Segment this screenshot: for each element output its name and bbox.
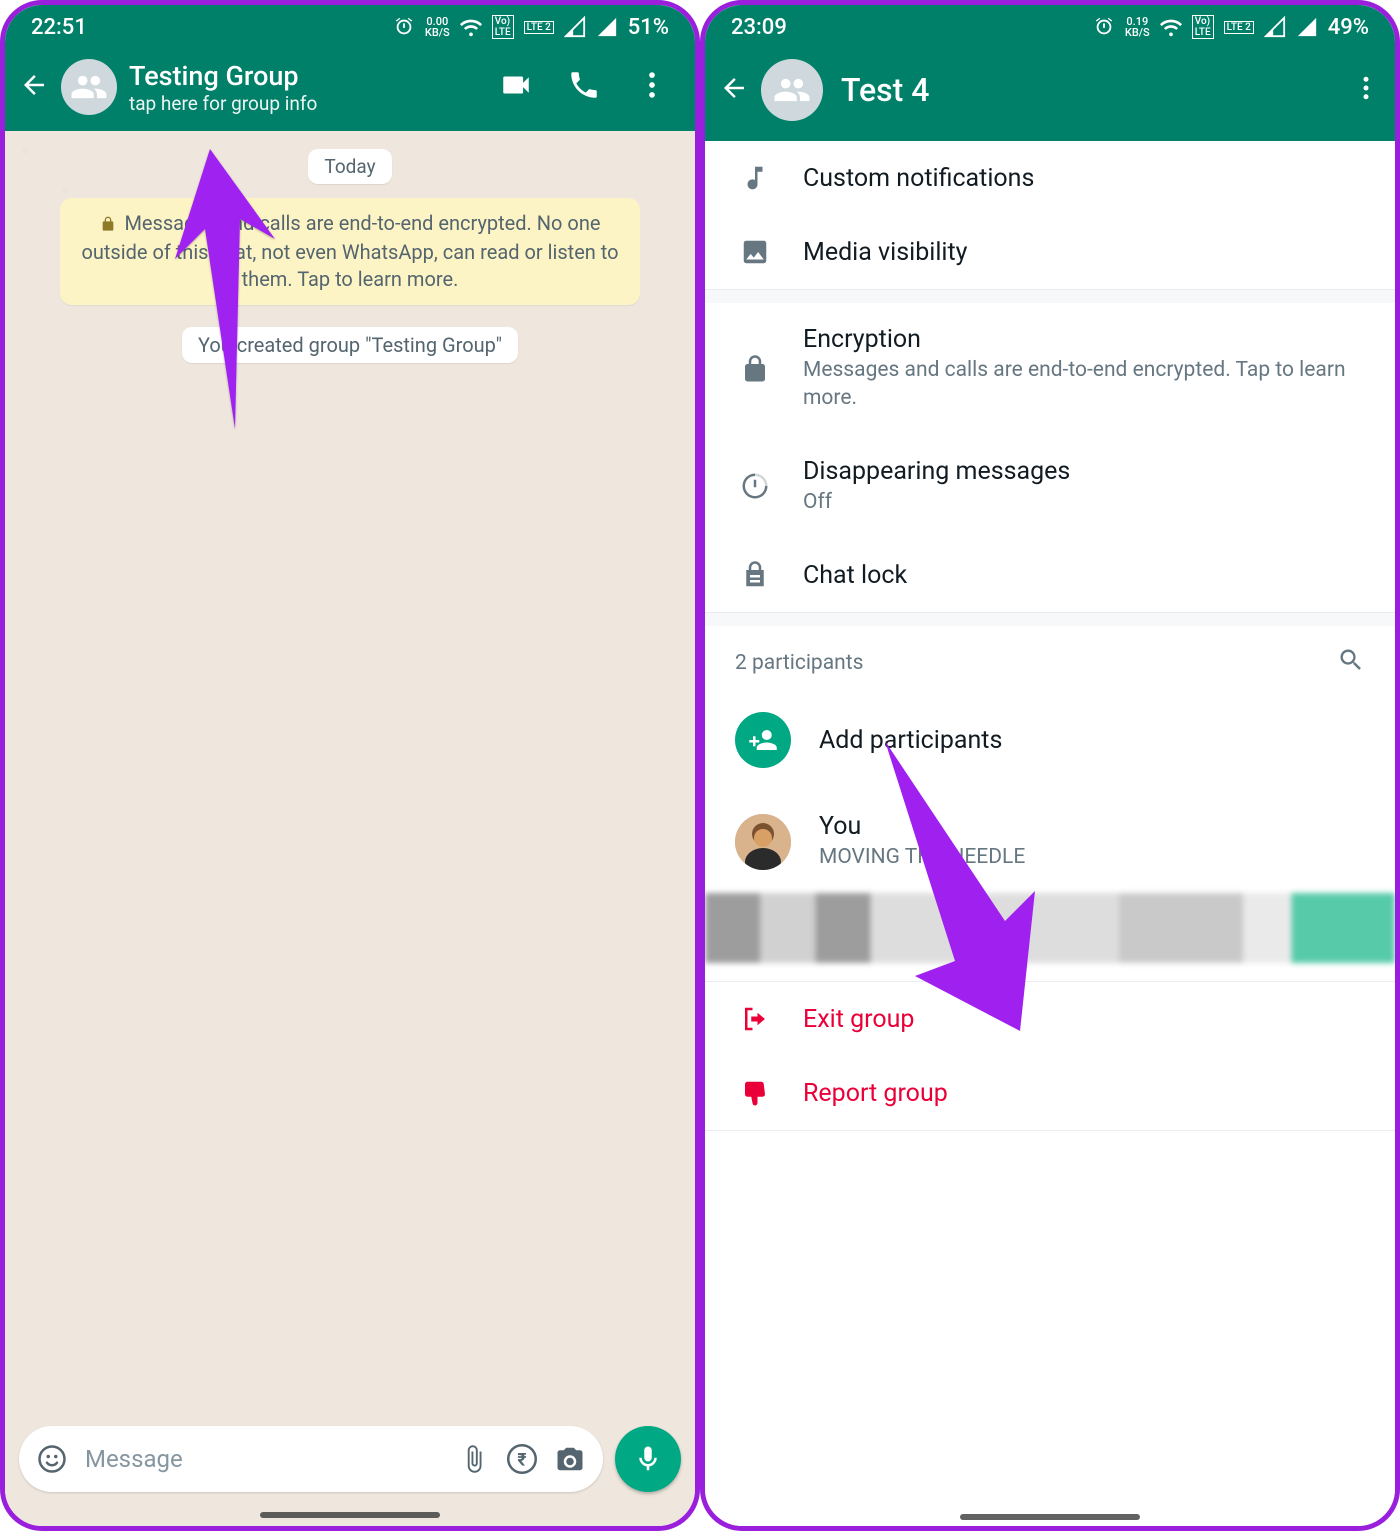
more-menu-button[interactable] [635, 68, 669, 106]
back-button[interactable] [719, 73, 749, 107]
divider [705, 1130, 1395, 1131]
attach-icon[interactable] [459, 1444, 489, 1474]
lock-icon [100, 212, 116, 239]
participant-you[interactable]: You MOVING THE NEEDLE [705, 790, 1395, 893]
row-media-visibility[interactable]: Media visibility [705, 215, 1395, 289]
lock-icon [735, 354, 775, 384]
date-pill: Today [308, 149, 391, 184]
row-chat-lock[interactable]: Chat lock [705, 538, 1395, 612]
rupee-icon[interactable]: ₹ [507, 1444, 537, 1474]
group-avatar[interactable] [761, 59, 823, 121]
thumbs-down-icon [735, 1078, 775, 1108]
camera-icon[interactable] [555, 1444, 585, 1474]
message-placeholder: Message [85, 1445, 441, 1473]
phone-left: 22:51 0.00KB/S Vo)LTE LTE 2 51% Testing … [0, 0, 700, 1531]
section-divider [705, 612, 1395, 626]
alarm-icon [393, 16, 415, 38]
image-icon [735, 237, 775, 267]
back-button[interactable] [19, 70, 49, 104]
more-menu-button[interactable] [1351, 73, 1381, 107]
video-call-button[interactable] [499, 68, 533, 106]
group-info-body[interactable]: Custom notifications Media visibility En… [705, 141, 1395, 1526]
avatar [735, 814, 791, 870]
status-time: 23:09 [731, 15, 787, 40]
battery-text: 49% [1328, 15, 1369, 40]
group-name: Testing Group [129, 60, 487, 92]
mic-button[interactable] [615, 1426, 681, 1492]
emoji-icon[interactable] [37, 1444, 67, 1474]
encryption-notice[interactable]: Messages and calls are end-to-end encryp… [60, 198, 640, 305]
signal-2-icon [1296, 16, 1318, 38]
signal-2-icon [596, 16, 618, 38]
row-disappearing[interactable]: Disappearing messages Off [705, 435, 1395, 538]
participants-header: 2 participants [705, 626, 1395, 690]
info-header: Test 4 [705, 49, 1395, 141]
alarm-icon [1093, 16, 1115, 38]
system-message: You created group "Testing Group" [182, 327, 518, 363]
chat-body[interactable]: Today Messages and calls are end-to-end … [5, 131, 695, 1526]
add-person-icon [735, 712, 791, 768]
wifi-icon [1160, 16, 1182, 38]
participant-redacted[interactable] [705, 893, 1395, 963]
lte-badge-1: Vo)LTE [1192, 15, 1214, 39]
battery-text: 51% [628, 15, 669, 40]
status-right: 0.19KB/S Vo)LTE LTE 2 49% [1093, 15, 1369, 40]
row-report-group[interactable]: Report group [705, 1056, 1395, 1130]
nav-handle[interactable] [960, 1514, 1140, 1520]
status-right: 0.00KB/S Vo)LTE LTE 2 51% [393, 15, 669, 40]
note-icon [735, 163, 775, 193]
row-add-participants[interactable]: Add participants [705, 690, 1395, 790]
message-input-bar: Message ₹ [19, 1426, 681, 1492]
data-speed: 0.19KB/S [1125, 16, 1150, 38]
lte-badge-2: LTE 2 [524, 21, 554, 34]
status-bar: 23:09 0.19KB/S Vo)LTE LTE 2 49% [705, 5, 1395, 49]
signal-1-icon [564, 16, 586, 38]
row-custom-notifications[interactable]: Custom notifications [705, 141, 1395, 215]
svg-text:₹: ₹ [517, 1450, 526, 1470]
wifi-icon [460, 16, 482, 38]
voice-call-button[interactable] [567, 68, 601, 106]
row-encryption[interactable]: Encryption Messages and calls are end-to… [705, 303, 1395, 435]
nav-handle[interactable] [260, 1512, 440, 1518]
message-input[interactable]: Message ₹ [19, 1426, 603, 1492]
participants-count: 2 participants [735, 651, 863, 675]
group-avatar[interactable] [61, 59, 117, 115]
row-exit-group[interactable]: Exit group [705, 982, 1395, 1056]
lte-badge-1: Vo)LTE [492, 15, 514, 39]
chat-header[interactable]: Testing Group tap here for group info [5, 49, 695, 131]
section-divider [705, 289, 1395, 303]
header-title-block[interactable]: Testing Group tap here for group info [129, 60, 487, 115]
status-time: 22:51 [31, 15, 87, 40]
data-speed: 0.00KB/S [425, 16, 450, 38]
phone-right: 23:09 0.19KB/S Vo)LTE LTE 2 49% Test 4 C… [700, 0, 1400, 1531]
lte-badge-2: LTE 2 [1224, 21, 1254, 34]
exit-icon [735, 1004, 775, 1034]
search-participants-button[interactable] [1337, 646, 1365, 680]
signal-1-icon [1264, 16, 1286, 38]
group-name: Test 4 [841, 71, 929, 109]
chatlock-icon [735, 560, 775, 590]
status-bar: 22:51 0.00KB/S Vo)LTE LTE 2 51% [5, 5, 695, 49]
group-subtitle: tap here for group info [129, 92, 487, 115]
timer-icon [735, 471, 775, 501]
